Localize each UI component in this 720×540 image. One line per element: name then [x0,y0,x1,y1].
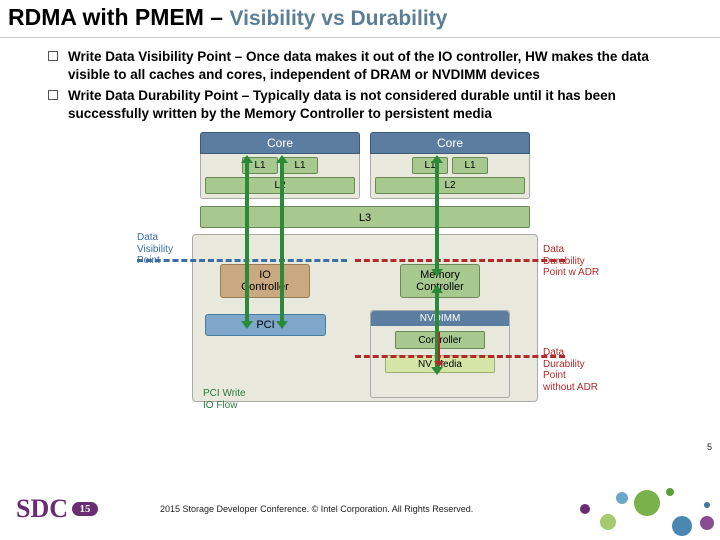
flow-arrow-icon [245,162,249,322]
footer-note: 2015 Storage Developer Conference. © Int… [160,504,473,514]
io-controller-box: IO Controller [220,264,310,298]
durability-noadr-label: Data Durability Point without ADR [543,347,607,393]
page-number: 5 [707,442,712,452]
nvdimm-controller: Controller [395,331,485,349]
durability-adr-label: Data Durability Point w ADR [543,244,605,279]
architecture-diagram: Core L1L1L2 Core L1L1L2 L3 IO Controller… [145,132,575,412]
list-item: Write Data Durability Point – Typically … [48,87,690,122]
nvdimm-box: NVDIMM Controller NV Media [370,310,510,398]
l1-cache: L1 [452,157,488,174]
core-header: Core [370,132,530,154]
footer: SDC 15 2015 Storage Developer Conference.… [0,482,720,534]
title-sub: Visibility vs Durability [229,7,447,30]
durability-line-adr [355,259,565,262]
durability-line-noadr [355,355,565,358]
logo-text: SDC [16,494,68,524]
l3-cache: L3 [200,206,530,228]
visibility-label: Data Visibility Point [137,232,195,267]
flow-arrow-icon [435,162,439,270]
pci-flow-label: PCI Write IO Flow [203,388,283,411]
bullet-marker-icon [48,90,58,100]
bullet-marker-icon [48,51,58,61]
pci-box: PCI [205,314,326,336]
decorative-dots-icon [560,482,720,538]
l2-cache: L2 [375,177,525,194]
flow-arrow-icon [280,162,284,322]
core-header: Core [200,132,360,154]
logo-year-badge: 15 [72,502,98,516]
bullet-text: Write Data Durability Point – Typically … [68,87,690,122]
title-main: RDMA with PMEM – [8,4,229,30]
sdc-logo: SDC 15 [16,494,98,524]
list-item: Write Data Visibility Point – Once data … [48,48,690,83]
bullet-list: Write Data Visibility Point – Once data … [0,38,720,132]
slide-title: RDMA with PMEM – Visibility vs Durabilit… [0,0,720,38]
bullet-text: Write Data Visibility Point – Once data … [68,48,690,83]
nvdimm-header: NVDIMM [371,311,509,326]
core-block: Core L1L1L2 [370,132,530,199]
flow-arrow-icon [438,332,440,362]
